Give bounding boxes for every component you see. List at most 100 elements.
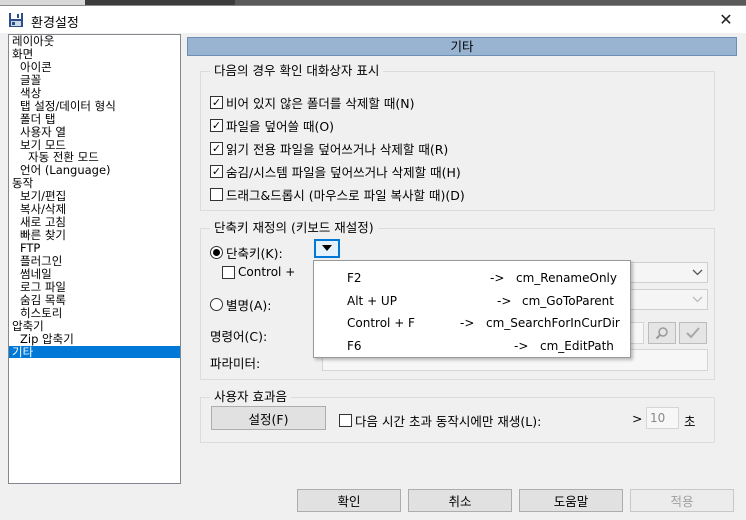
shortcut-radio-indicator[interactable] — [210, 246, 223, 259]
dropdown-item-command: cm_RenameOnly — [516, 271, 617, 285]
window-title: 환경설정 — [31, 16, 79, 31]
param-label: 파라미터: — [210, 356, 261, 371]
close-button[interactable]: ✕ — [712, 8, 740, 30]
hotkey-group-title: 단축키 재정의 (키보드 재설정) — [210, 220, 378, 236]
dropdown-item-command: cm_SearchForInCurDir — [486, 316, 620, 330]
dropdown-item-key: Control + F — [347, 316, 415, 330]
floppy-disk-icon — [9, 13, 23, 27]
play-checkbox-box[interactable] — [339, 414, 352, 427]
dropdown-item-command: cm_EditPath — [540, 338, 614, 353]
command-label: 명령어(C): — [210, 329, 268, 344]
confirm-option[interactable]: ✓ 읽기 전용 파일을 덮어쓰거나 삭제할 때(R) — [210, 139, 448, 158]
control-checkbox-label: Control + — [238, 265, 296, 279]
confirm-option[interactable]: ✓ 파일을 덮어쓸 때(O) — [210, 116, 334, 135]
confirm-option-checkbox[interactable]: ✓ — [210, 119, 223, 132]
confirm-option-label: 드래그&드롭시 (마우스로 파일 복사할 때)(D) — [226, 188, 465, 203]
close-icon: ✕ — [719, 9, 733, 29]
dropdown-item[interactable]: F2 -> cm_RenameOnly — [314, 268, 630, 288]
tree-item[interactable]: Zip 압축기 — [9, 332, 180, 346]
settings-tree[interactable]: 레이아웃 화면 아이콘 글꼴 색상 탭 설정/데이터 형식 폴더 탭 사용자 열 보기 모드 자동… — [8, 34, 181, 484]
control-checkbox[interactable]: Control + — [222, 265, 295, 279]
tree-item[interactable]: 탭 설정/데이터 형식 — [9, 99, 180, 113]
tree-item[interactable]: FTP — [9, 242, 180, 255]
ok-button[interactable]: 확인 — [297, 489, 401, 512]
confirm-option[interactable]: 드래그&드롭시 (마우스로 파일 복사할 때)(D) — [210, 185, 465, 204]
play-checkbox-label: 다음 시간 초과 동작시에만 재생(L): — [355, 414, 542, 429]
tree-item[interactable]: 히스토리 — [9, 306, 180, 320]
sound-setup-button[interactable]: 설정(F) — [211, 406, 326, 430]
dropdown-item[interactable]: Control + F -> cm_SearchForInCurDir — [314, 313, 630, 333]
seconds-value: 10 — [650, 411, 666, 425]
alias-radio[interactable]: 별명(A): — [210, 295, 272, 314]
tree-item[interactable]: 플러그인 — [9, 254, 180, 268]
dropdown-item[interactable]: F6 -> cm_EditPath — [314, 336, 630, 356]
sound-group-title: 사용자 효과음 — [210, 389, 291, 405]
help-label: 도움말 — [553, 494, 589, 509]
chevron-down-icon — [692, 293, 703, 306]
confirm-option[interactable]: ✓ 숨김/시스템 파일을 덮어쓰거나 삭제할 때(H) — [210, 162, 461, 181]
command-confirm-button[interactable] — [679, 322, 707, 344]
key-combo[interactable] — [622, 262, 708, 283]
dropdown-item[interactable]: Alt + UP -> cm_GoToParent — [314, 291, 630, 311]
alias-combo[interactable] — [622, 289, 708, 310]
seconds-input[interactable]: 10 — [646, 407, 679, 429]
confirm-option-label: 읽기 전용 파일을 덮어쓰거나 삭제할 때(R) — [226, 142, 449, 157]
tree-item[interactable]: 폴더 탭 — [9, 112, 180, 126]
tree-item[interactable]: 기타 — [9, 345, 180, 359]
title-bar: 환경설정 ✕ — [0, 6, 746, 33]
section-title: 기타 — [450, 39, 474, 54]
tree-item[interactable]: 레이아웃 — [9, 35, 180, 48]
dropdown-item-key: F6 — [347, 338, 362, 353]
magnifier-icon — [655, 327, 668, 340]
dropdown-item-command: cm_GoToParent — [522, 293, 614, 308]
tree-item[interactable]: 아이콘 — [9, 60, 180, 74]
tree-item[interactable]: 숨김 목록 — [9, 293, 180, 307]
confirm-group-title: 다음의 경우 확인 대화상자 표시 — [210, 63, 384, 79]
tree-item[interactable]: 썸네일 — [9, 267, 180, 281]
alias-radio-indicator[interactable] — [210, 298, 223, 311]
dropdown-item-arrow: -> — [490, 271, 505, 285]
checkmark-icon — [686, 327, 700, 339]
confirm-option-label: 파일을 덮어쓸 때(O) — [226, 119, 335, 134]
cancel-label: 취소 — [448, 494, 472, 509]
help-button[interactable]: 도움말 — [519, 489, 623, 512]
triangle-down-icon — [322, 245, 332, 251]
tree-item[interactable]: 로그 파일 — [9, 280, 180, 294]
ok-label: 확인 — [337, 494, 361, 509]
confirm-option-checkbox[interactable]: ✓ — [210, 96, 223, 109]
tree-item[interactable]: 화면 — [9, 47, 180, 61]
dropdown-item-arrow: -> — [514, 338, 529, 353]
control-checkbox-box[interactable] — [222, 265, 235, 279]
tree-item[interactable]: 압축기 — [9, 319, 180, 333]
sound-setup-label: 설정(F) — [248, 411, 289, 427]
alias-radio-label: 별명(A): — [226, 298, 272, 313]
shortcut-radio-label: 단축키(K): — [226, 246, 283, 261]
shortcut-key-button[interactable] — [314, 239, 340, 258]
confirm-option-checkbox[interactable] — [210, 188, 223, 201]
tree-item[interactable]: 글꼴 — [9, 73, 180, 87]
dropdown-item-arrow: -> — [497, 293, 512, 308]
shortcut-radio[interactable]: 단축키(K): — [210, 243, 283, 262]
section-header: 기타 — [187, 37, 737, 56]
command-browse-button[interactable] — [648, 322, 676, 344]
confirm-option[interactable]: ✓ 비어 있지 않은 폴더를 삭제할 때(N) — [210, 93, 414, 112]
tree-item[interactable]: 언어 (Language) — [9, 164, 180, 177]
settings-dialog: 환경설정 ✕ 레이아웃 화면 아이콘 글꼴 색상 탭 설정/데이터 형식 폴더 탭 사용자 열… — [0, 5, 746, 520]
tree-item[interactable]: 사용자 열 — [9, 125, 180, 139]
seconds-unit: 초 — [684, 414, 696, 429]
confirm-option-checkbox[interactable]: ✓ — [210, 142, 223, 155]
chevron-down-icon — [692, 266, 703, 279]
play-checkbox[interactable]: 다음 시간 초과 동작시에만 재생(L): — [339, 411, 541, 430]
cancel-button[interactable]: 취소 — [408, 489, 512, 512]
apply-label: 적용 — [670, 494, 694, 509]
confirm-option-label: 숨김/시스템 파일을 덮어쓰거나 삭제할 때(H) — [226, 165, 461, 180]
shortcut-dropdown-menu: F2 -> cm_RenameOnly Alt + UP -> cm_GoToParent… — [313, 260, 631, 358]
confirm-option-checkbox[interactable]: ✓ — [210, 165, 223, 178]
dropdown-item-key: Alt + UP — [347, 293, 397, 308]
gt-glyph: > — [632, 411, 643, 426]
confirm-option-label: 비어 있지 않은 폴더를 삭제할 때(N) — [226, 96, 415, 111]
dropdown-item-arrow: -> — [460, 316, 475, 330]
apply-button[interactable]: 적용 — [630, 489, 734, 512]
tree-item[interactable]: 색상 — [9, 86, 180, 100]
dropdown-item-key: F2 — [347, 271, 362, 285]
